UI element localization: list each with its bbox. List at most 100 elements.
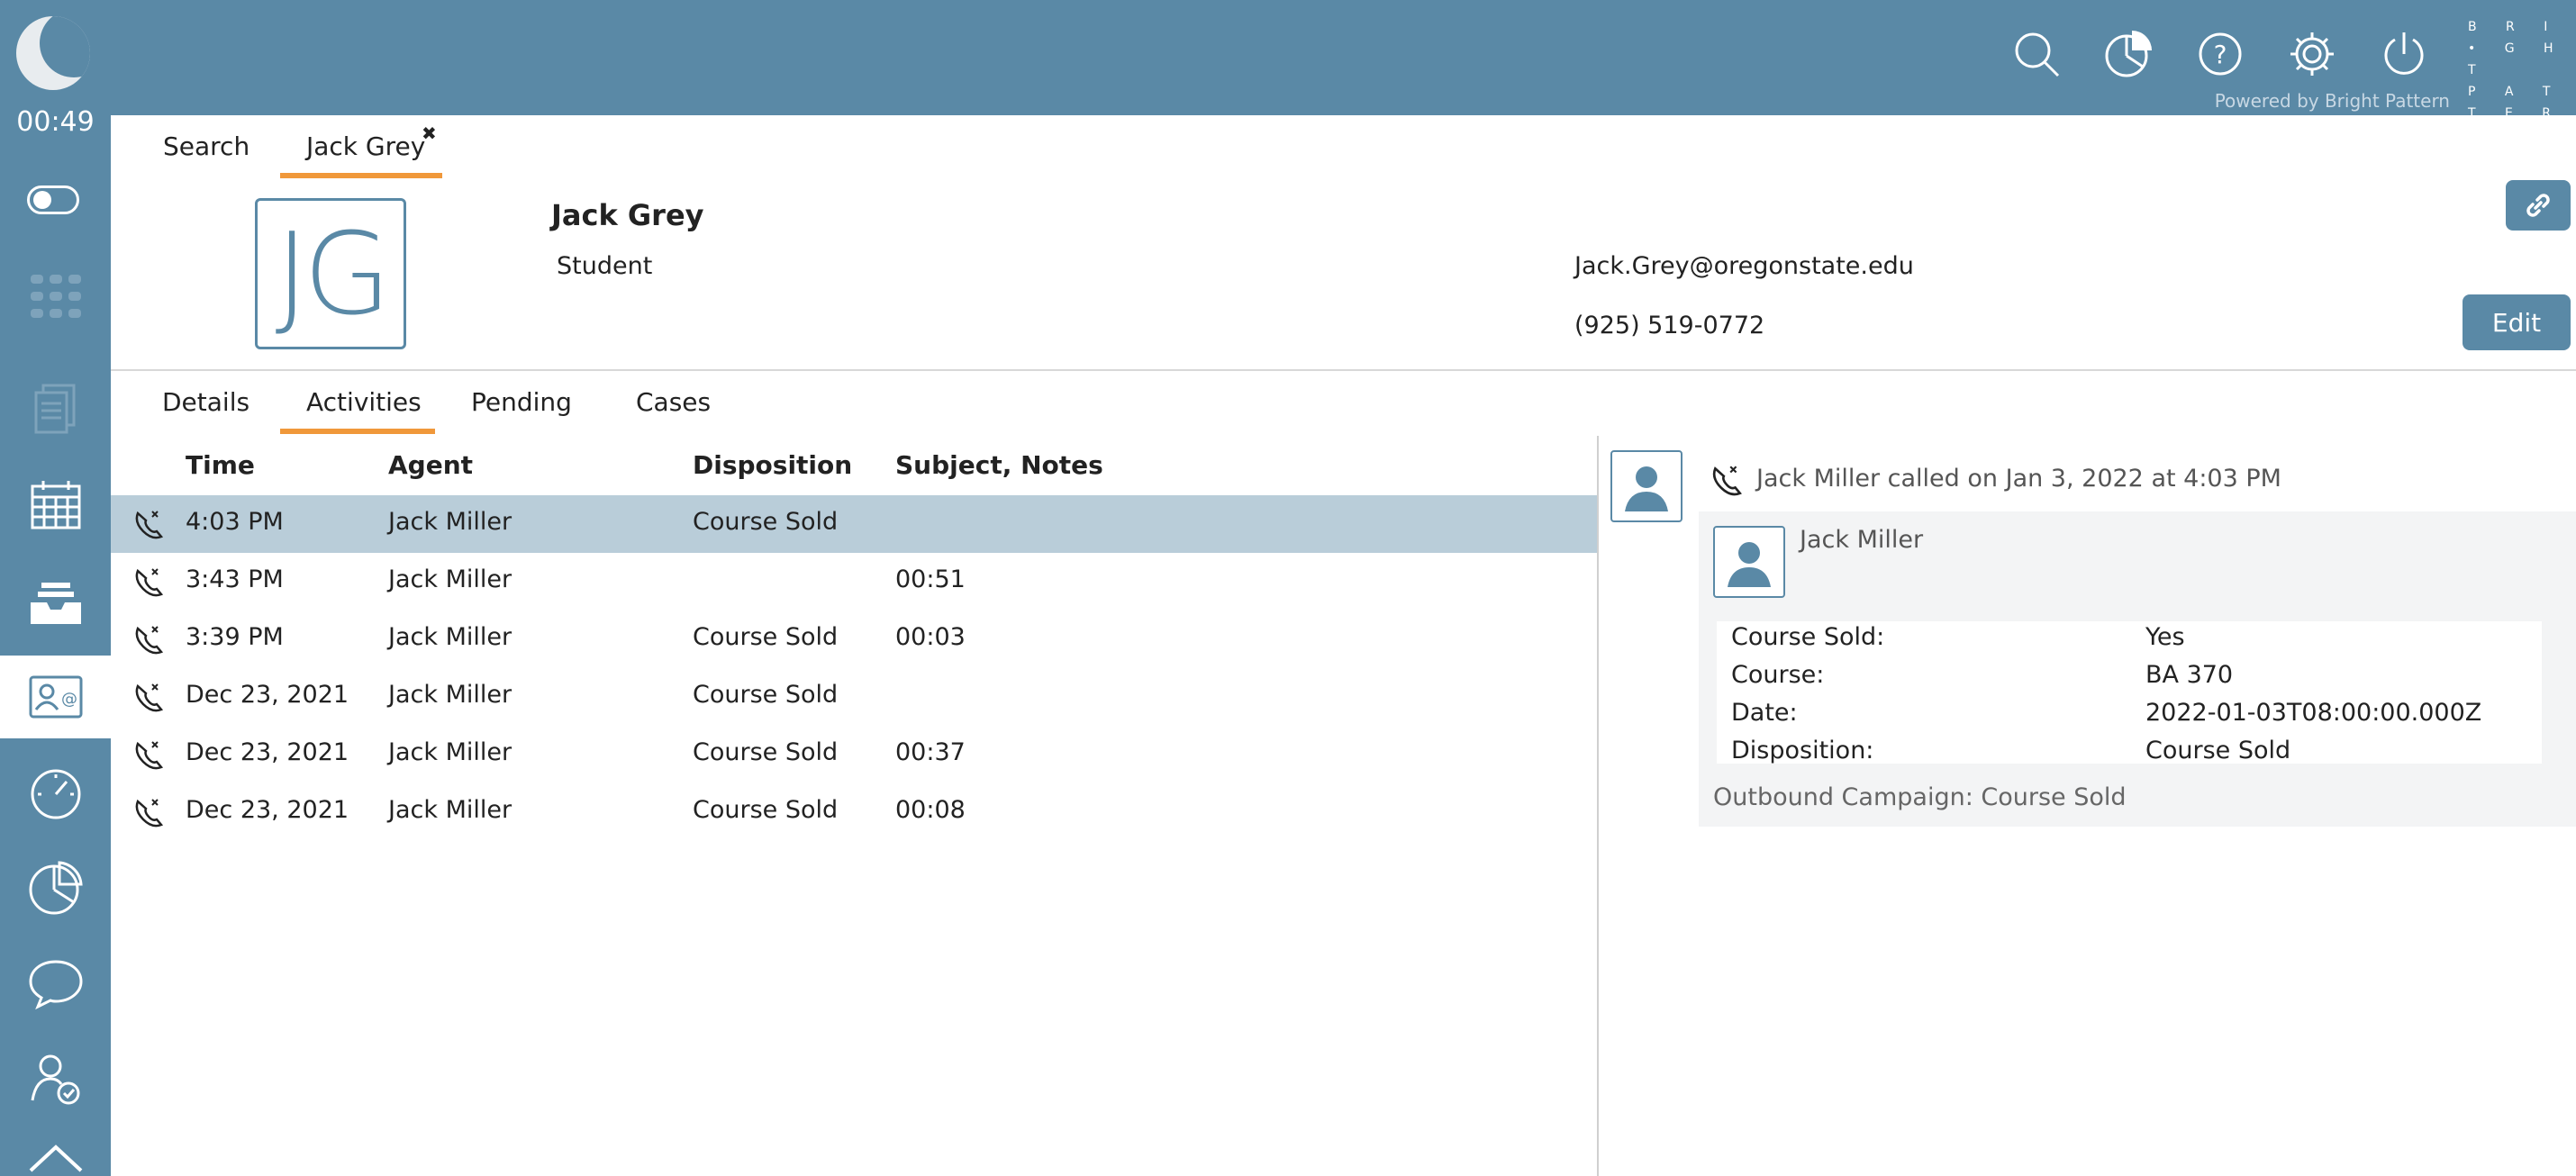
cell-time: 3:39 PM xyxy=(186,623,284,651)
cell-agent: Jack Miller xyxy=(388,508,512,536)
agent-avatar xyxy=(1610,450,1683,522)
table-row[interactable]: 3:43 PM Jack Miller 00:51 xyxy=(111,553,1597,611)
pie-chart-icon xyxy=(2105,31,2152,77)
contact-avatar: JG xyxy=(255,198,406,349)
table-row[interactable]: Dec 23, 2021 Jack Miller Course Sold 00:… xyxy=(111,726,1597,783)
campaign-label: Outbound Campaign: Course Sold xyxy=(1713,783,2127,811)
table-row[interactable]: 4:03 PM Jack Miller Course Sold xyxy=(111,495,1597,553)
cell-time: Dec 23, 2021 xyxy=(186,796,349,824)
cell-agent: Jack Miller xyxy=(388,623,512,651)
sidebar-dashboard[interactable] xyxy=(0,751,111,834)
table-row[interactable]: 3:39 PM Jack Miller Course Sold 00:03 xyxy=(111,611,1597,668)
tab-cases[interactable]: Cases xyxy=(636,387,711,417)
detail-agent-name: Jack Miller xyxy=(1800,526,1924,554)
field-label: Date: xyxy=(1731,699,1798,727)
cell-time: Dec 23, 2021 xyxy=(186,681,349,709)
cell-time: Dec 23, 2021 xyxy=(186,738,349,766)
sidebar-home[interactable] xyxy=(0,1126,111,1176)
sidebar-contacts[interactable]: @ xyxy=(0,656,111,738)
field-value: BA 370 xyxy=(2145,661,2234,689)
contact-title: Student xyxy=(557,252,653,280)
cell-notes: 00:03 xyxy=(895,623,966,651)
close-tab-icon[interactable]: ✖ xyxy=(422,122,437,144)
column-header-time[interactable]: Time xyxy=(186,450,255,480)
cell-time: 3:43 PM xyxy=(186,565,284,593)
inbox-tray-icon xyxy=(30,583,81,624)
tab-pending[interactable]: Pending xyxy=(471,387,572,417)
active-tab-indicator xyxy=(280,173,442,178)
sidebar-chat[interactable] xyxy=(0,942,111,1025)
active-subtab-indicator xyxy=(280,429,435,434)
field-value: Yes xyxy=(2145,623,2185,651)
top-search-button[interactable] xyxy=(2011,29,2062,79)
speedometer-icon xyxy=(31,769,80,819)
phone-call-icon xyxy=(135,799,164,828)
cell-agent: Jack Miller xyxy=(388,796,512,824)
contact-card-icon: @ xyxy=(29,675,82,719)
column-header-agent[interactable]: Agent xyxy=(388,450,473,480)
activity-header: Jack Miller called on Jan 3, 2022 at 4:0… xyxy=(1756,465,2281,493)
contact-email[interactable]: Jack.Grey@oregonstate.edu xyxy=(1574,252,1914,280)
phone-call-icon xyxy=(135,741,164,770)
phone-call-icon xyxy=(135,626,164,655)
column-header-notes[interactable]: Subject, Notes xyxy=(895,450,1103,480)
help-icon: ? xyxy=(2199,32,2242,76)
session-timer: 00:49 xyxy=(16,106,95,138)
cell-agent: Jack Miller xyxy=(388,565,512,593)
contact-phone[interactable]: (925) 519-0772 xyxy=(1574,312,1764,339)
cell-notes: 00:37 xyxy=(895,738,966,766)
sidebar-calendar[interactable] xyxy=(0,465,111,547)
phone-call-icon xyxy=(135,683,164,712)
cell-agent: Jack Miller xyxy=(388,738,512,766)
sidebar-dialpad[interactable] xyxy=(0,255,111,338)
contact-name: Jack Grey xyxy=(551,198,704,232)
field-value: 2022-01-03T08:00:00.000Z xyxy=(2145,699,2482,727)
field-label: Disposition: xyxy=(1731,737,1874,764)
cell-time: 4:03 PM xyxy=(186,508,284,536)
cell-notes: 00:08 xyxy=(895,796,966,824)
link-icon xyxy=(2526,194,2550,217)
phone-call-icon xyxy=(1712,466,1742,496)
sidebar-user-status[interactable] xyxy=(0,1037,111,1120)
dialpad-icon xyxy=(30,275,81,318)
table-row[interactable]: Dec 23, 2021 Jack Miller Course Sold xyxy=(111,668,1597,726)
user-check-icon xyxy=(31,1054,79,1105)
cell-disposition: Course Sold xyxy=(693,681,839,709)
sidebar-reports[interactable] xyxy=(0,846,111,929)
cell-disposition: Course Sold xyxy=(693,796,839,824)
field-value: Course Sold xyxy=(2145,737,2291,764)
bright-pattern-logo: B R I • G H T P A T T E R N xyxy=(2468,20,2566,142)
pie-chart-icon xyxy=(29,861,83,915)
tab-search[interactable]: Search xyxy=(163,131,249,161)
header-divider xyxy=(111,369,2576,371)
tab-details[interactable]: Details xyxy=(162,387,249,417)
table-row[interactable]: Dec 23, 2021 Jack Miller Course Sold 00:… xyxy=(111,783,1597,841)
svg-text:@: @ xyxy=(61,690,77,709)
link-button[interactable] xyxy=(2506,180,2571,231)
moon-status-icon[interactable] xyxy=(16,16,90,90)
documents-icon xyxy=(34,384,75,434)
top-reports-button[interactable] xyxy=(2103,29,2154,79)
field-label: Course Sold: xyxy=(1731,623,1885,651)
tab-activities[interactable]: Activities xyxy=(306,387,422,417)
user-silhouette-icon xyxy=(1728,542,1771,587)
svg-text:?: ? xyxy=(2214,40,2227,69)
cell-disposition: Course Sold xyxy=(693,508,839,536)
edit-button[interactable]: Edit xyxy=(2463,294,2571,350)
field-label: Course: xyxy=(1731,661,1825,689)
column-header-disposition[interactable]: Disposition xyxy=(693,450,852,480)
top-help-button[interactable]: ? xyxy=(2195,29,2245,79)
top-settings-button[interactable] xyxy=(2287,29,2337,79)
sidebar-documents[interactable] xyxy=(0,367,111,450)
top-logout-button[interactable] xyxy=(2379,29,2429,79)
search-icon xyxy=(2015,32,2060,77)
sidebar-inbox[interactable] xyxy=(0,563,111,646)
home-icon xyxy=(29,1144,82,1172)
user-silhouette-icon xyxy=(1625,466,1668,511)
panel-divider xyxy=(1597,436,1599,1176)
tab-jack-grey[interactable]: Jack Grey xyxy=(306,131,425,161)
power-icon xyxy=(2384,32,2424,75)
powered-by-text: Powered by Bright Pattern xyxy=(2214,90,2450,112)
agent-avatar-small xyxy=(1713,526,1785,598)
ready-toggle[interactable] xyxy=(27,185,79,214)
